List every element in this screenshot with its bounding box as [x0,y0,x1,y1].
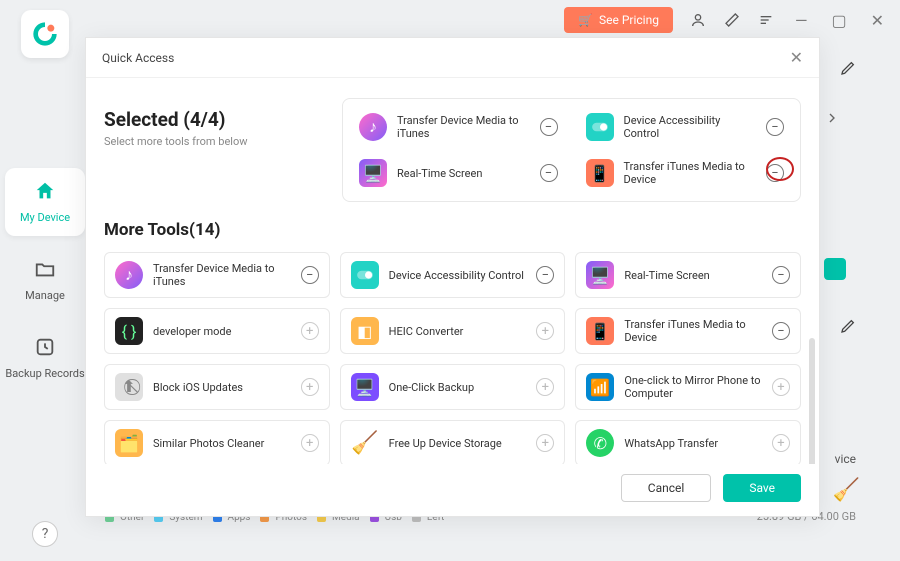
tool-label: One-click to Mirror Phone to Computer [624,374,762,400]
window-maximize-button[interactable]: ▢ [827,11,850,30]
tool-label: Transfer iTunes Media to Device [624,160,757,186]
bg-teal-square [824,258,846,280]
pencil-icon[interactable] [840,318,856,338]
nav-label: My Device [20,211,70,224]
more-tool-item[interactable]: Device Accessibility Control− [340,252,566,298]
selected-title: Selected (4/4) [104,108,324,131]
tool-label: Transfer iTunes Media to Device [624,318,762,344]
menu-icon[interactable] [757,11,775,29]
backup-records-icon [34,336,56,363]
home-icon [34,180,56,207]
close-icon[interactable]: ✕ [790,48,803,67]
pricing-label: See Pricing [599,13,659,27]
selected-subtitle: Select more tools from below [104,135,324,148]
remove-icon[interactable]: − [536,266,554,284]
more-tool-item[interactable]: 🗂️Similar Photos Cleaner+ [104,420,330,464]
titlebar: 🛒 See Pricing — ▢ ✕ [0,0,900,40]
tool-label: Free Up Device Storage [389,437,527,450]
add-icon[interactable]: + [772,434,790,452]
folder-icon [34,258,56,285]
more-tool-item[interactable]: ♪Transfer Device Media to iTunes− [104,252,330,298]
modal-footer: Cancel Save [86,464,819,516]
selected-tool-item[interactable]: ♪Transfer Device Media to iTunes− [353,109,564,145]
add-icon[interactable]: + [536,322,554,340]
more-tools-grid: ♪Transfer Device Media to iTunes−Device … [104,252,801,464]
more-tool-item[interactable]: 📱Transfer iTunes Media to Device− [575,308,801,354]
remove-icon[interactable]: − [766,164,784,182]
nav-label: Manage [25,289,65,302]
selected-tool-item[interactable]: 📱Transfer iTunes Media to Device− [580,155,791,191]
sidebar: My Device Manage Backup Records ? [0,0,90,561]
add-icon[interactable]: + [772,378,790,396]
chevron-right-icon[interactable] [824,110,840,131]
scrollbar[interactable] [809,338,815,464]
tool-label: Device Accessibility Control [389,269,527,282]
more-tool-item[interactable]: 📶One-click to Mirror Phone to Computer+ [575,364,801,410]
tool-label: Real-Time Screen [624,269,762,282]
window-close-button[interactable]: ✕ [867,11,888,30]
window-minimize-button[interactable]: — [791,11,812,30]
selected-tools-box: ♪Transfer Device Media to iTunes− Device … [342,98,801,202]
remove-icon[interactable]: − [301,266,319,284]
tool-label: WhatsApp Transfer [624,437,762,450]
tool-label: developer mode [153,325,291,338]
add-icon[interactable]: + [536,378,554,396]
tool-label: Real-Time Screen [397,167,482,180]
more-tool-item[interactable]: ⬆︎⃠Block iOS Updates+ [104,364,330,410]
tool-label: HEIC Converter [389,325,527,338]
modal-body: Selected (4/4) Select more tools from be… [86,78,819,464]
more-tool-item[interactable]: ✆WhatsApp Transfer+ [575,420,801,464]
pencil-icon[interactable] [840,60,856,80]
add-icon[interactable]: + [301,378,319,396]
tool-label: Transfer Device Media to iTunes [153,262,291,288]
more-tool-item[interactable]: 🖥️One-Click Backup+ [340,364,566,410]
tool-label: Device Accessibility Control [624,114,757,140]
remove-icon[interactable]: − [772,266,790,284]
add-icon[interactable]: + [301,322,319,340]
more-tool-item[interactable]: 🖥️Real-Time Screen− [575,252,801,298]
modal-header: Quick Access ✕ [86,38,819,78]
tool-label: Block iOS Updates [153,381,291,394]
add-icon[interactable]: + [536,434,554,452]
quick-access-modal: Quick Access ✕ Selected (4/4) Select mor… [85,37,820,517]
selected-tool-item[interactable]: 🖥️Real-Time Screen− [353,155,564,191]
sidebar-item-backup-records[interactable]: Backup Records [5,324,85,392]
sidebar-item-my-device[interactable]: My Device [5,168,85,236]
cancel-button[interactable]: Cancel [621,474,712,502]
remove-icon[interactable]: − [772,322,790,340]
more-tool-item[interactable]: ◧HEIC Converter+ [340,308,566,354]
edit-icon[interactable] [723,11,741,29]
user-icon[interactable] [689,11,707,29]
add-icon[interactable]: + [301,434,319,452]
brush-icon: 🧹 [833,478,860,503]
remove-icon[interactable]: − [540,164,558,182]
see-pricing-button[interactable]: 🛒 See Pricing [564,7,673,33]
tool-label: Transfer Device Media to iTunes [397,114,530,140]
tool-label: Similar Photos Cleaner [153,437,291,450]
remove-icon[interactable]: − [540,118,558,136]
cart-icon: 🛒 [578,13,593,27]
save-button[interactable]: Save [723,474,801,502]
tool-label: One-Click Backup [389,381,527,394]
sidebar-item-manage[interactable]: Manage [5,246,85,314]
modal-title: Quick Access [102,51,174,65]
bg-text-fragment: vice [835,452,856,466]
help-button[interactable]: ? [32,521,58,547]
remove-icon[interactable]: − [766,118,784,136]
selected-tool-item[interactable]: Device Accessibility Control− [580,109,791,145]
nav-label: Backup Records [5,367,84,380]
more-tool-item[interactable]: { }developer mode+ [104,308,330,354]
app-logo [21,10,69,58]
more-tools-title: More Tools(14) [104,220,801,240]
more-tool-item[interactable]: 🧹Free Up Device Storage+ [340,420,566,464]
